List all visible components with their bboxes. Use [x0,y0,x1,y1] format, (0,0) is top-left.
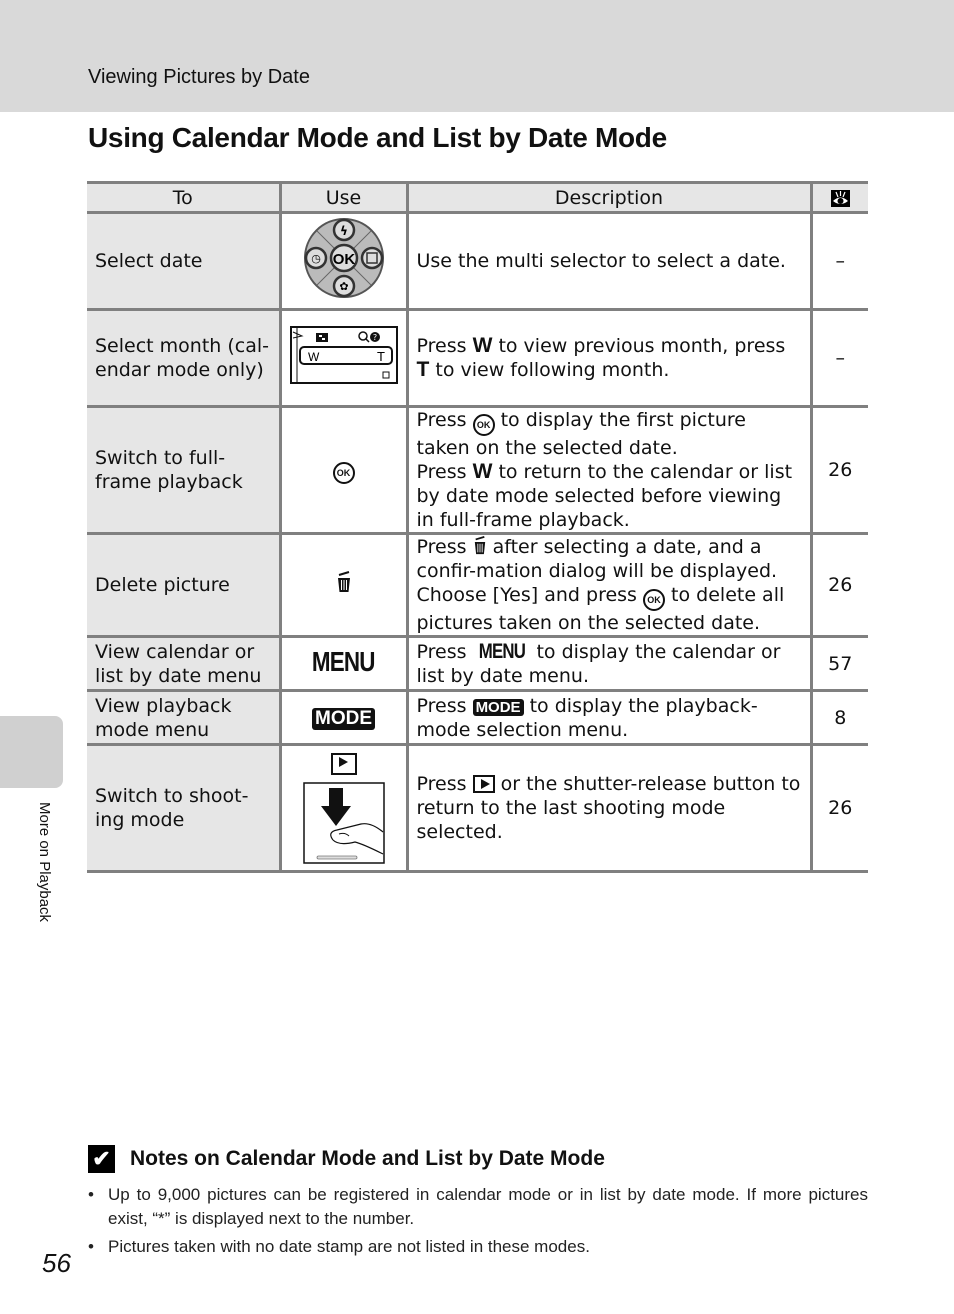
row-action: Switch to shoot-ing mode [87,744,280,873]
col-header-use: Use [278,181,407,214]
table-row: Delete picture Press after selecting a d… [87,533,868,638]
row-use [278,744,407,873]
row-description: Press after selecting a date, and a conf… [405,533,811,638]
row-description: Press MODE to display the playback-mode … [405,690,811,746]
note-item: Pictures taken with no date stamp are no… [88,1235,868,1259]
notes-title: Notes on Calendar Mode and List by Date … [130,1147,605,1170]
row-reference: 26 [809,406,868,535]
reference-eye-icon [830,189,850,207]
svg-text:ϟ: ϟ [340,224,348,238]
header-band [0,0,954,112]
row-action: Switch to full-frame playback [87,406,280,535]
row-use: MODE [278,690,407,746]
row-use: OK [278,406,407,535]
mode-button-icon: MODE [312,707,375,730]
row-reference: 26 [809,744,868,873]
col-header-description: Description [405,181,811,214]
section-label: Viewing Pictures by Date [88,66,310,88]
zoom-control-icon: ? W T [289,326,398,384]
operations-table: To Use Description Select date ϟ ✿ ◷ OK … [87,181,868,873]
t-button-glyph: T [416,358,430,381]
table-row: Switch to full-frame playback OK Press O… [87,406,868,535]
menu-button-glyph: MENU [478,639,525,663]
playback-button-glyph [472,775,495,793]
ok-button-icon: OK [332,462,355,484]
row-reference: – [809,309,868,408]
menu-button-icon: MENU [312,646,376,677]
row-use: ? W T [278,309,407,408]
row-reference: – [809,212,868,311]
svg-text:✿: ✿ [339,280,348,293]
notes-heading: ✔ Notes on Calendar Mode and List by Dat… [88,1145,605,1173]
w-button-glyph: W [472,460,493,483]
svg-text:?: ? [372,333,376,342]
note-item: Up to 9,000 pictures can be registered i… [88,1183,868,1231]
svg-text:W: W [308,350,320,364]
check-note-icon: ✔ [88,1145,115,1173]
table-row: Select date ϟ ✿ ◷ OK Use the multi selec… [87,212,868,311]
w-button-glyph: W [472,334,493,357]
table-row: View playback mode menu MODE Press MODE … [87,690,868,746]
row-reference: 57 [809,636,868,692]
row-reference: 26 [809,533,868,638]
row-reference: 8 [809,690,868,746]
row-description: Press OK to display the first picture ta… [405,406,811,535]
table-row: Select month (cal-endar mode only) ? W T [87,309,868,408]
svg-text:◷: ◷ [311,252,321,265]
row-action: Delete picture [87,533,280,638]
row-use: MENU [278,636,407,692]
chapter-tab [0,716,63,788]
row-description: Press MENU to display the calendar or li… [405,636,811,692]
chapter-label: More on Playback [36,802,53,923]
row-action: View playback mode menu [87,690,280,746]
notes-list: Up to 9,000 pictures can be registered i… [88,1183,868,1263]
col-header-to: To [87,181,280,214]
row-description: Press or the shutter-release button to r… [405,744,811,873]
row-action: Select month (cal-endar mode only) [87,309,280,408]
row-description: Press W to view previous month, press T … [405,309,811,408]
svg-text:T: T [377,349,385,364]
ok-button-glyph: OK [472,414,495,436]
table-header-row: To Use Description [87,181,868,214]
ok-button-glyph: OK [643,589,665,611]
page-title: Using Calendar Mode and List by Date Mod… [88,122,667,153]
page-number: 56 [42,1248,71,1278]
row-use: ϟ ✿ ◷ OK [278,212,407,311]
trash-icon [337,571,350,592]
shutter-release-icon [302,781,385,864]
playback-button-icon [330,752,357,775]
trash-glyph [474,536,485,555]
row-description: Use the multi selector to select a date. [405,212,811,311]
row-action: View calendar or list by date menu [87,636,280,692]
mode-button-glyph: MODE [472,698,524,716]
row-use [278,533,407,638]
multi-selector-icon: ϟ ✿ ◷ OK [303,218,384,298]
row-action: Select date [87,212,280,311]
svg-text:OK: OK [332,251,355,268]
table-row: Switch to shoot-ing mode Press or the sh… [87,744,868,873]
col-header-reference [809,181,868,214]
table-row: View calendar or list by date menu MENU … [87,636,868,692]
